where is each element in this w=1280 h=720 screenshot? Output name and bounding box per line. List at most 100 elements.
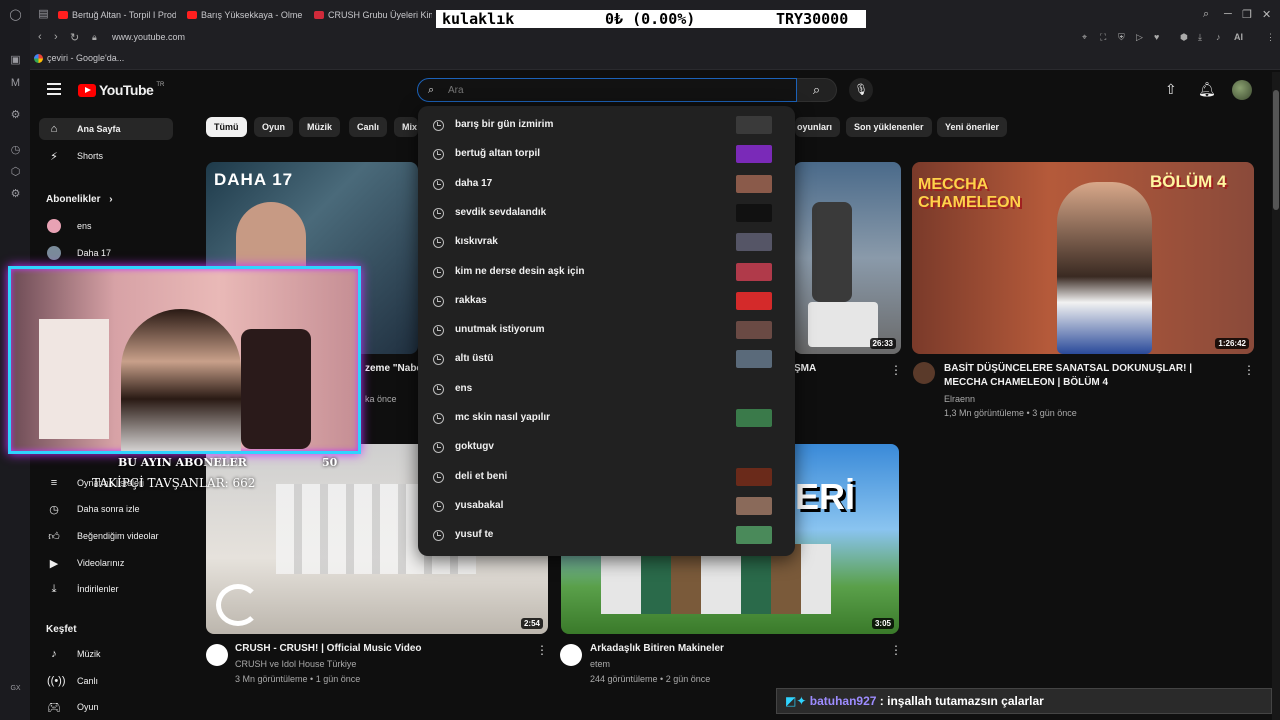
sidebar-item-gaming[interactable]: 🎮︎ Oyun (39, 696, 173, 718)
video-channel[interactable]: CRUSH ve Idol House Türkiye (235, 657, 356, 671)
bookmark-google-translate[interactable]: çeviri - Google'da... (34, 53, 124, 63)
more-actions-icon[interactable]: ⋮ (1243, 363, 1255, 377)
suggestion-item[interactable]: unutmak istiyorum (418, 317, 795, 346)
channel-avatar[interactable] (913, 362, 935, 384)
channel-avatar[interactable] (560, 644, 582, 666)
sidebar-item-liked-videos[interactable]: 👍︎ Beğendiğim videolar (39, 525, 173, 547)
youtube-logo[interactable]: YouTube TR (78, 82, 164, 98)
chip-games[interactable]: oyunları (795, 117, 841, 137)
video-channel[interactable]: Elraenn (944, 392, 975, 406)
forward-icon[interactable]: › (54, 31, 58, 43)
account-avatar[interactable] (1232, 80, 1252, 100)
url-text[interactable]: www.youtube.com (112, 32, 185, 42)
menu-icon[interactable]: ⋮ (1266, 32, 1275, 43)
opera-logo-icon[interactable]: ◯ (9, 9, 22, 22)
channel-avatar[interactable] (206, 644, 228, 666)
suggestion-item[interactable]: barış bir gün izmirim (418, 112, 795, 141)
sidebar-item-shorts[interactable]: ⚡︎ Shorts (39, 145, 173, 167)
chip-recently-uploaded[interactable]: Son yüklenenler (846, 117, 932, 137)
chip-mix[interactable]: Mix (394, 117, 418, 137)
subscriptions-heading[interactable]: Abonelikler › (46, 194, 113, 205)
history-icon[interactable]: ◷ (9, 144, 22, 157)
search-box[interactable]: ⌕ (417, 78, 797, 102)
extensions-icon[interactable]: ⬡ (9, 166, 22, 179)
sidebar-item-live[interactable]: ((•)) Canlı (39, 670, 173, 692)
back-icon[interactable]: ‹ (38, 31, 42, 43)
chip-new-to-you[interactable]: Yeni öneriler (937, 117, 1008, 137)
live-icon: ((•)) (47, 675, 66, 687)
video-title[interactable]: Arkadaşlık Bitiren Makineler (590, 642, 724, 656)
restore-icon[interactable]: ❐ (1242, 8, 1252, 21)
video-title[interactable]: BASİT DÜŞÜNCELERE SANATSAL DOKUNUŞLAR! |… (944, 362, 1234, 390)
suggestion-item[interactable]: kıskıvrak (418, 229, 795, 258)
sidebar-item-your-videos[interactable]: ▶ Videolarınız (39, 552, 173, 574)
suggestion-item[interactable]: deli et beni (418, 464, 795, 493)
sidebar-item-home[interactable]: ⌂ Ana Sayfa (39, 118, 173, 140)
chip-live[interactable]: Canlı (349, 117, 388, 137)
suggestion-item[interactable]: altı üstü (418, 346, 795, 375)
tab-label: Barış Yüksekkaya - Olmeli (201, 10, 303, 20)
sidebar-item-watch-later[interactable]: ◷ Daha sonra izle (39, 498, 173, 520)
sidebar-item-music[interactable]: ♪ Müzik (39, 643, 173, 665)
ai-icon[interactable]: AI (1234, 32, 1243, 42)
chip-music[interactable]: Müzik (299, 117, 341, 137)
tab-2[interactable]: Barış Yüksekkaya - Olmeli (187, 6, 303, 24)
settings-icon[interactable]: ⚙ (9, 109, 22, 122)
sidebar-item-label: Beğendiğim videolar (77, 531, 159, 541)
tab-3[interactable]: CRUSH Grubu Üyeleri Kim (314, 6, 432, 24)
chip-all[interactable]: Tümü (206, 117, 247, 137)
suggestion-item[interactable]: goktugv (418, 434, 795, 463)
music-icon[interactable]: ♪ (1216, 32, 1221, 42)
gx-icon[interactable]: GX (9, 682, 22, 695)
close-icon[interactable]: ✕ (1262, 8, 1271, 21)
tab-1[interactable]: Bertuğ Altan - Torpil I Prod (58, 6, 176, 24)
messenger-icon[interactable]: M (9, 77, 22, 90)
search-button[interactable]: ⌕ (797, 78, 837, 102)
shield-icon[interactable]: ⛨ (1118, 32, 1125, 43)
speed-dial-icon[interactable]: ▣ (9, 54, 22, 67)
hamburger-menu-icon[interactable] (47, 83, 61, 95)
video-title[interactable]: CRUSH - CRUSH! | Official Music Video (235, 642, 422, 656)
sidebar-item-channel-daha17[interactable]: Daha 17 (39, 242, 173, 264)
suggestion-item[interactable]: daha 17 (418, 171, 795, 200)
sidebar-item-downloads[interactable]: ⤓ İndirilenler (39, 578, 173, 600)
voice-search-button[interactable]: 🎙︎ (849, 78, 873, 102)
suggestion-item[interactable]: sevdik sevdalandık (418, 200, 795, 229)
video-thumbnail[interactable]: 26:33 (794, 162, 901, 354)
more-actions-icon[interactable]: ⋮ (890, 363, 902, 377)
more-actions-icon[interactable]: ⋮ (890, 643, 902, 657)
more-actions-icon[interactable]: ⋮ (536, 643, 548, 657)
chip-gaming[interactable]: Oyun (254, 117, 294, 137)
heart-icon[interactable]: ♥ (1154, 32, 1159, 42)
play-icon[interactable]: ▷ (1136, 32, 1143, 43)
download-icon[interactable]: ⤓ (1198, 32, 1202, 43)
video-title[interactable]: ŞMA (794, 362, 816, 376)
suggestion-item[interactable]: ens (418, 376, 795, 405)
extension-icon[interactable]: ⬢ (1180, 32, 1188, 43)
upload-icon[interactable]: ⇧ (1165, 81, 1177, 98)
notifications-bell-icon[interactable]: 🔔︎ (1198, 81, 1216, 98)
suggestion-item[interactable]: bertuğ altan torpil (418, 141, 795, 170)
suggestion-item[interactable]: yusabakal (418, 493, 795, 522)
suggestion-text: kim ne derse desin aşk için (455, 265, 585, 277)
suggestion-item[interactable]: rakkas (418, 288, 795, 317)
explore-heading: Keşfet (46, 624, 77, 635)
capture-icon[interactable]: ⛶ (1100, 32, 1106, 43)
pin-icon[interactable]: ⌖ (1082, 32, 1087, 43)
suggestion-item[interactable]: yusuf te (418, 522, 795, 551)
video-thumbnail[interactable]: MECCHA CHAMELEON BÖLÜM 4 1:26:42 (912, 162, 1254, 354)
video-channel[interactable]: etem (590, 657, 610, 671)
search-input[interactable] (448, 82, 778, 98)
scrollbar-thumb[interactable] (1273, 90, 1279, 210)
tabs-menu-icon[interactable]: ▤ (37, 8, 50, 21)
search-tabs-icon[interactable]: ⌕ (1203, 8, 1209, 21)
reload-icon[interactable]: ↻ (70, 31, 79, 44)
gear-icon[interactable]: ⚙ (9, 188, 22, 201)
suggestion-item[interactable]: mc skin nasıl yapılır (418, 405, 795, 434)
suggestion-item[interactable]: kim ne derse desin aşk için (418, 259, 795, 288)
minimize-icon[interactable]: ─ (1224, 8, 1232, 20)
chat-username: batuhan927 (809, 694, 877, 708)
video-title[interactable]: zeme "Nabe (365, 362, 422, 376)
sidebar-item-channel-ens[interactable]: ens (39, 215, 173, 237)
video-duration: 1:26:42 (1215, 338, 1249, 349)
